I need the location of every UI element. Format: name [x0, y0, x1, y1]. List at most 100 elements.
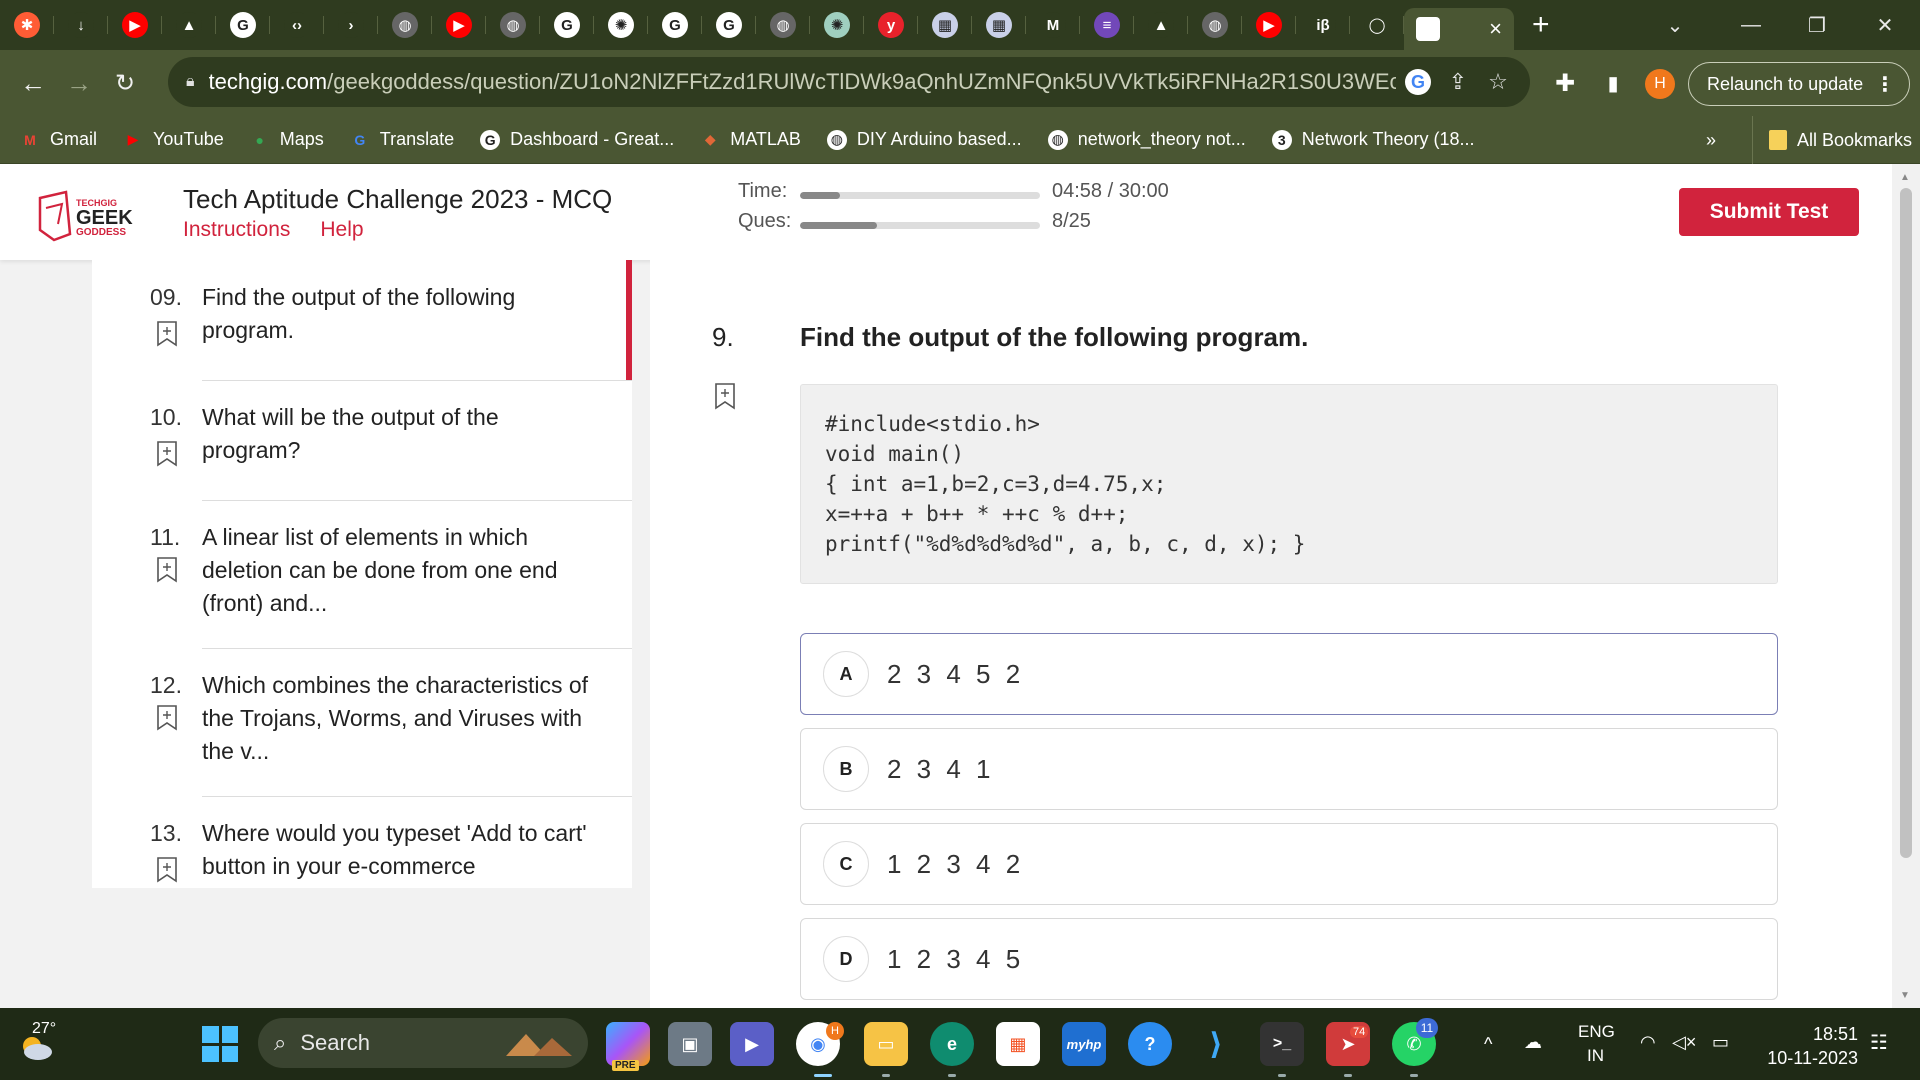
url-text[interactable]: techgig.com/geekgoddess/question/ZU1oN2N…: [209, 69, 1396, 95]
relaunch-button[interactable]: Relaunch to update ⋮: [1688, 62, 1910, 106]
new-tab-button[interactable]: +: [1532, 8, 1550, 42]
bookmark-item[interactable]: ● Maps: [250, 129, 324, 150]
taskbar-search[interactable]: ⌕ Search: [258, 1018, 588, 1068]
browser-tab[interactable]: ✺: [810, 0, 864, 50]
bookmark-item[interactable]: G Translate: [350, 129, 454, 150]
browser-tab[interactable]: ↓: [54, 0, 108, 50]
scroll-up-icon[interactable]: ▲: [1900, 172, 1910, 183]
bookmark-add-icon[interactable]: [156, 440, 178, 467]
extensions-icon[interactable]: ✚: [1542, 60, 1588, 106]
start-button[interactable]: [202, 1026, 238, 1062]
profile-avatar[interactable]: H: [1645, 69, 1675, 99]
option-c[interactable]: C 1 2 3 4 2: [800, 823, 1778, 905]
browser-tab[interactable]: ◍: [378, 0, 432, 50]
forward-button[interactable]: →: [56, 60, 102, 106]
browser-tab[interactable]: ▦: [918, 0, 972, 50]
question-list-item[interactable]: 13. Where would you typeset 'Add to cart…: [92, 820, 632, 888]
browser-tab[interactable]: ›: [324, 0, 378, 50]
browser-tab[interactable]: ◍: [1188, 0, 1242, 50]
browser-tab[interactable]: y: [864, 0, 918, 50]
browser-tab[interactable]: ▶: [1242, 0, 1296, 50]
browser-tab[interactable]: ▦: [972, 0, 1026, 50]
browser-tab[interactable]: ◍: [756, 0, 810, 50]
question-list-item[interactable]: 12. Which combines the characteristics o…: [92, 672, 632, 797]
bookmark-item[interactable]: 3 Network Theory (18...: [1271, 129, 1475, 150]
bookmark-item[interactable]: ◆ MATLAB: [700, 129, 801, 150]
teams-icon[interactable]: ▶: [730, 1022, 774, 1066]
help-link[interactable]: Help: [320, 218, 363, 242]
bookmark-item[interactable]: ◍ DIY Arduino based...: [826, 129, 1022, 150]
all-bookmarks-button[interactable]: All Bookmarks: [1752, 116, 1912, 164]
bookmark-item[interactable]: M Gmail: [20, 129, 97, 150]
task-view-icon[interactable]: ▣: [668, 1022, 712, 1066]
vscode-icon[interactable]: ⟩: [1194, 1022, 1238, 1066]
sidepanel-icon[interactable]: ▮: [1590, 60, 1636, 106]
submit-test-button[interactable]: Submit Test: [1679, 188, 1859, 236]
wifi-icon[interactable]: ◠: [1640, 1032, 1656, 1053]
question-list-item[interactable]: 10. What will be the output of the progr…: [92, 404, 632, 501]
bookmark-item[interactable]: G Dashboard - Great...: [480, 129, 674, 150]
browser-tab[interactable]: ▶: [432, 0, 486, 50]
browser-tab[interactable]: ≡: [1080, 0, 1134, 50]
bookmark-add-icon[interactable]: [714, 382, 736, 410]
browser-tab[interactable]: G: [648, 0, 702, 50]
scroll-down-icon[interactable]: ▼: [1900, 990, 1910, 1001]
file-explorer-icon[interactable]: ▭: [864, 1022, 908, 1066]
page-scrollbar[interactable]: ▲ ▼: [1892, 164, 1920, 1008]
reload-button[interactable]: ↻: [102, 60, 148, 106]
browser-tab[interactable]: ▶: [108, 0, 162, 50]
bookmark-item[interactable]: ◍ network_theory not...: [1047, 129, 1246, 150]
bookmark-add-icon[interactable]: [156, 856, 178, 883]
instructions-link[interactable]: Instructions: [183, 218, 290, 242]
myhp-icon[interactable]: myhp: [1062, 1022, 1106, 1066]
browser-tab[interactable]: ✱: [0, 0, 54, 50]
close-tab-icon[interactable]: ×: [1489, 16, 1502, 42]
browser-tab[interactable]: ◯: [1350, 0, 1404, 50]
question-list-item[interactable]: 11. A linear list of elements in which d…: [92, 524, 632, 649]
edge-icon[interactable]: e: [930, 1022, 974, 1066]
close-window-icon[interactable]: ✕: [1850, 0, 1920, 50]
bookmark-add-icon[interactable]: [156, 704, 178, 731]
bookmark-label: network_theory not...: [1077, 129, 1246, 149]
browser-tab[interactable]: ▲: [162, 0, 216, 50]
bookmark-item[interactable]: ▶ YouTube: [123, 129, 224, 150]
browser-tab[interactable]: M: [1026, 0, 1080, 50]
browser-tab[interactable]: ◍: [486, 0, 540, 50]
bookmark-star-icon[interactable]: ☆: [1480, 64, 1516, 100]
browser-tab[interactable]: ‹›: [270, 0, 324, 50]
browser-tab[interactable]: iβ: [1296, 0, 1350, 50]
bookmarks-overflow-button[interactable]: »: [1706, 116, 1716, 164]
option-b[interactable]: B 2 3 4 1: [800, 728, 1778, 810]
active-browser-tab[interactable]: ×: [1404, 8, 1514, 50]
browser-tab[interactable]: ✺: [594, 0, 648, 50]
minimize-icon[interactable]: —: [1716, 0, 1786, 50]
menu-icon[interactable]: ⋮: [1875, 72, 1895, 97]
browser-tab[interactable]: ▲: [1134, 0, 1188, 50]
notifications-icon[interactable]: ☷: [1870, 1030, 1888, 1055]
option-a[interactable]: A 2 3 4 5 2: [800, 633, 1778, 715]
tray-overflow-icon[interactable]: ^: [1484, 1034, 1492, 1055]
store-icon[interactable]: ▦: [996, 1022, 1040, 1066]
onedrive-icon[interactable]: ☁: [1524, 1032, 1542, 1053]
battery-icon[interactable]: ▭: [1712, 1032, 1729, 1053]
browser-tab[interactable]: G: [540, 0, 594, 50]
share-icon[interactable]: ⇪: [1440, 64, 1476, 100]
system-clock[interactable]: 18:51 10-11-2023: [1760, 1022, 1858, 1070]
back-button[interactable]: ←: [10, 60, 56, 106]
address-bar[interactable]: 🔒︎ techgig.com/geekgoddess/question/ZU1o…: [168, 57, 1530, 107]
option-d[interactable]: D 1 2 3 4 5: [800, 918, 1778, 1000]
tab-search-icon[interactable]: ⌄: [1640, 0, 1710, 50]
language-top[interactable]: ENG: [1578, 1022, 1615, 1042]
terminal-icon[interactable]: >_: [1260, 1022, 1304, 1066]
bookmark-add-icon[interactable]: [156, 320, 178, 347]
browser-tab[interactable]: G: [702, 0, 756, 50]
help-icon[interactable]: ?: [1128, 1022, 1172, 1066]
bookmark-add-icon[interactable]: [156, 556, 178, 583]
restore-icon[interactable]: ❐: [1782, 0, 1852, 50]
google-lens-icon[interactable]: G: [1400, 64, 1436, 100]
scrollbar-thumb[interactable]: [1900, 188, 1912, 858]
language-bottom[interactable]: IN: [1587, 1046, 1604, 1066]
question-list-item[interactable]: 09. Find the output of the following pro…: [92, 284, 632, 381]
browser-tab[interactable]: G: [216, 0, 270, 50]
volume-muted-icon[interactable]: ◁×: [1672, 1032, 1696, 1053]
